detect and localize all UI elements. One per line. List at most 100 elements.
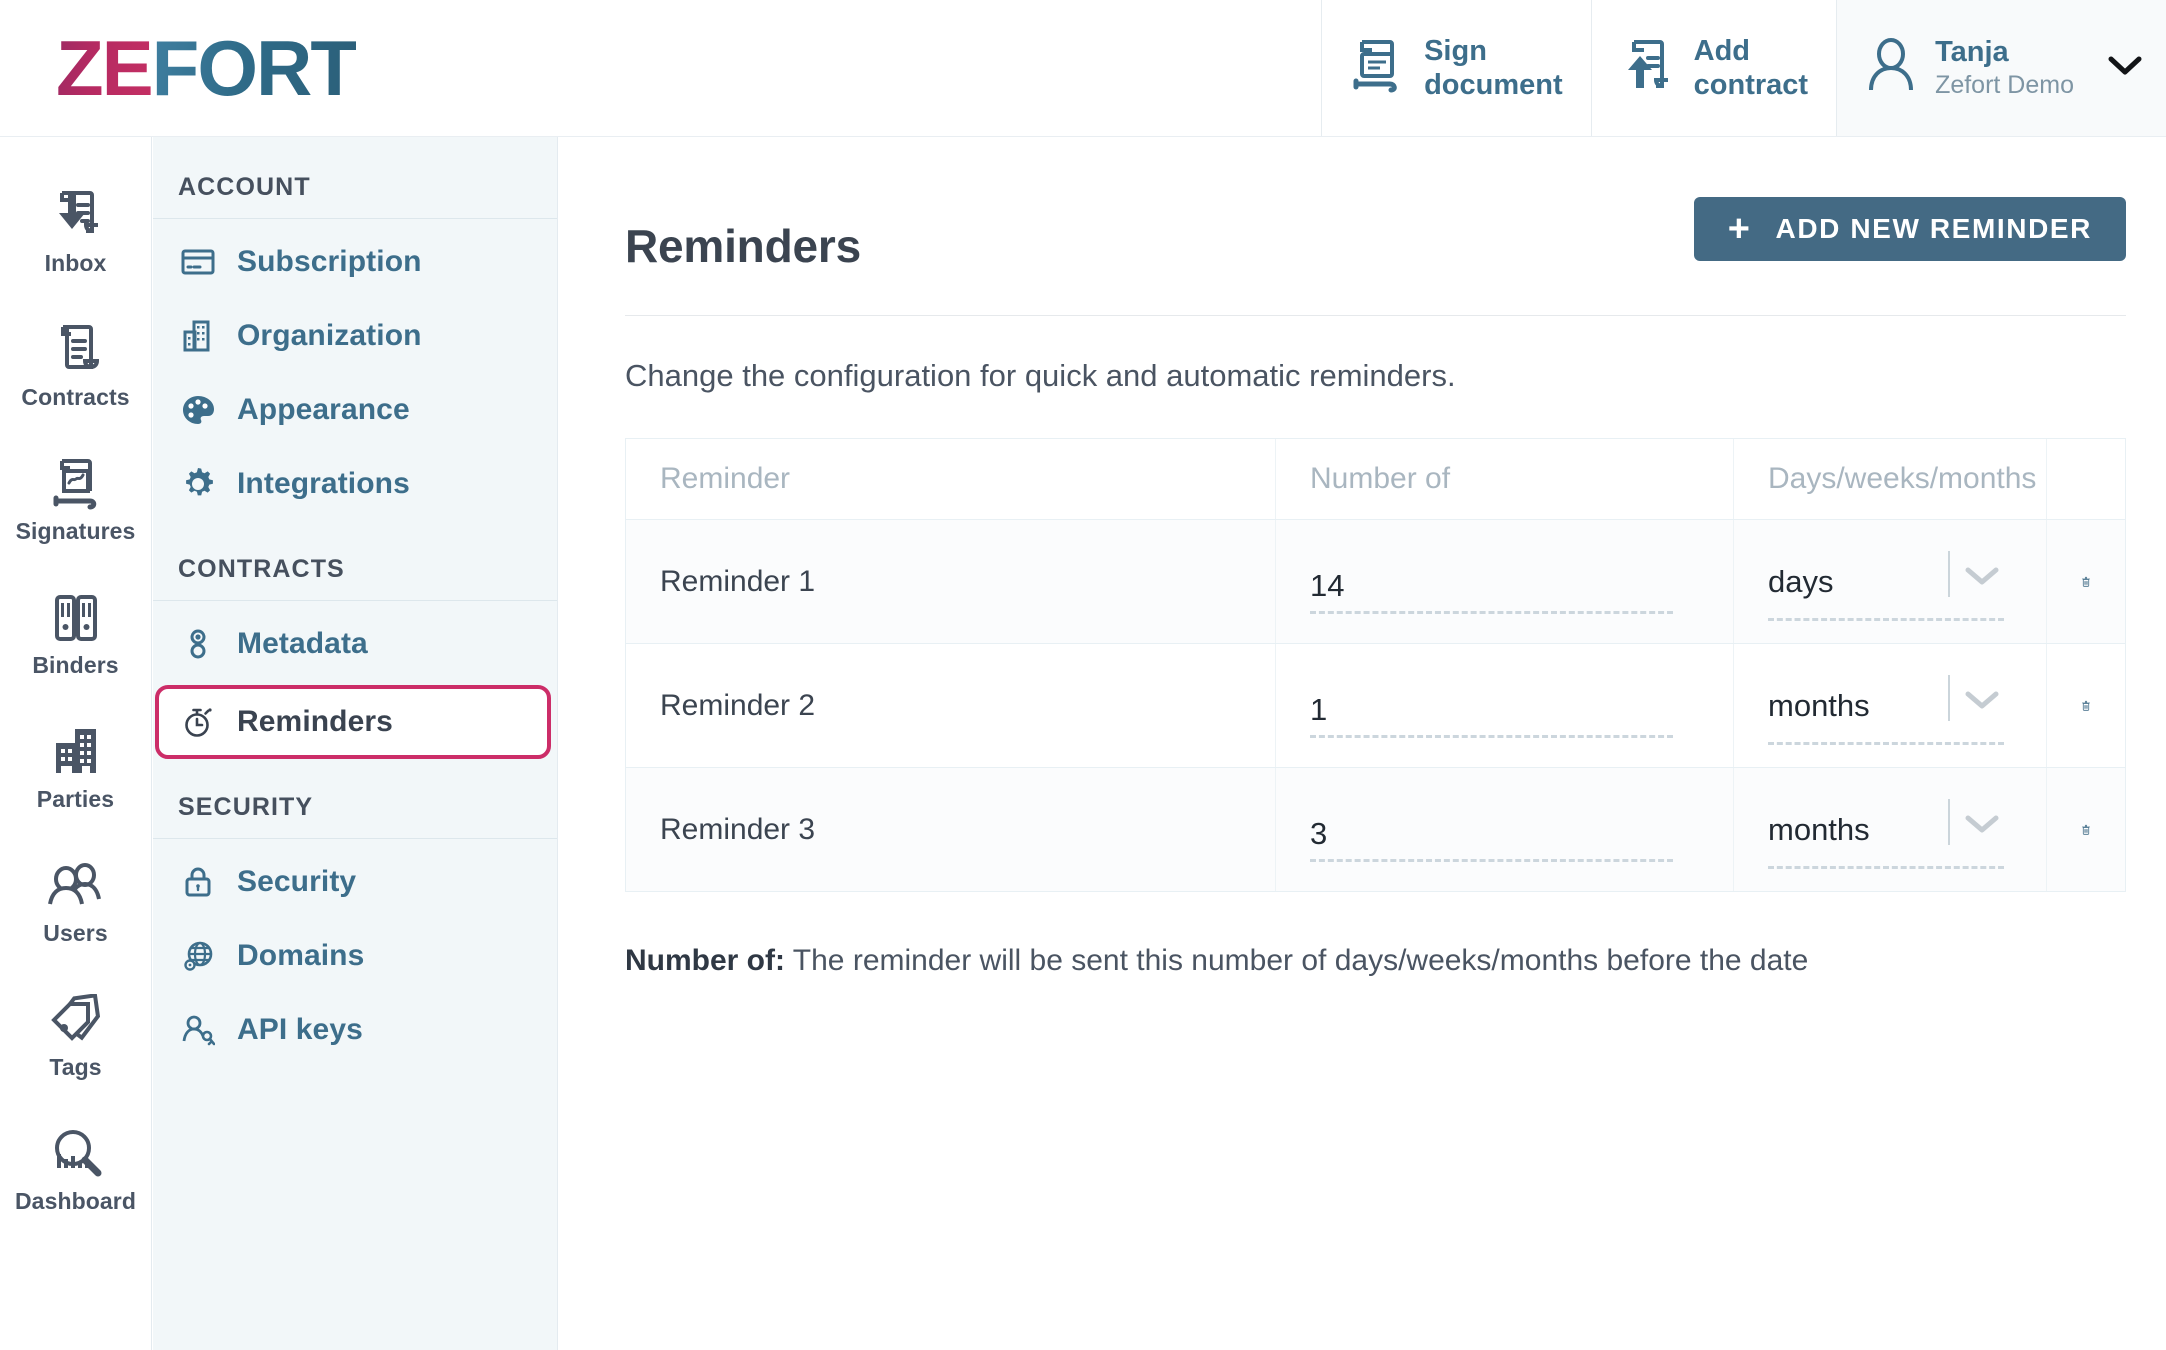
reminder-delete-cell[interactable] [2047,768,2125,891]
add-contract-button[interactable]: Add contract [1590,0,1836,136]
unit-select[interactable]: days [1768,543,2012,621]
nav-label-appearance: Appearance [237,393,410,426]
chevron-down-icon[interactable] [2108,55,2142,82]
reminders-table: Reminder Number of Days/weeks/months Rem… [625,438,2126,892]
contract-document-icon [49,322,103,378]
table-header-cell-actions [2047,439,2125,519]
nav-label-integrations: Integrations [237,467,410,500]
users-icon [45,858,107,914]
trash-icon[interactable] [2081,806,2091,854]
number-input[interactable]: 3 [1310,798,1699,862]
reminder-number-cell[interactable]: 14 [1276,520,1734,643]
nav-item-integrations[interactable]: Integrations [153,447,557,521]
nav-item-organization[interactable]: Organization [153,299,557,373]
nav-label-api-keys: API keys [237,1013,363,1046]
number-input[interactable]: 1 [1310,674,1699,738]
nav-group-title-account: ACCOUNT [153,173,557,219]
reminder-unit-cell[interactable]: months [1734,768,2047,891]
sign-document-label: Sign document [1424,34,1563,101]
chevron-down-icon[interactable] [1964,813,2000,840]
table-header-cell-unit: Days/weeks/months [1734,439,2047,519]
top-header: ZE FORT Sign document Add contract Tanja… [0,0,2166,137]
nav-label-reminders: Reminders [237,705,393,738]
add-new-reminder-button[interactable]: + ADD NEW REMINDER [1693,197,2126,261]
reminder-number-cell[interactable]: 3 [1276,768,1734,891]
table-header-cell-number: Number of [1276,439,1734,519]
rail-item-users[interactable]: Users [0,835,152,969]
table-header-row: Reminder Number of Days/weeks/months [626,439,2125,520]
select-divider [1948,798,1950,845]
binders-icon [49,590,103,646]
rail-label-dashboard: Dashboard [14,1187,137,1214]
dashboard-search-icon [48,1126,104,1182]
table-row: Reminder 3 3 months [626,768,2125,891]
table-row: Reminder 2 1 months [626,644,2125,768]
unit-select[interactable]: months [1768,791,2012,869]
unit-select-value: days [1768,563,1834,599]
logo-text-ze: ZE [56,24,154,112]
page-header-row: Reminders + ADD NEW REMINDER [625,197,2126,273]
chevron-down-icon[interactable] [1964,689,2000,716]
inbox-icon [48,188,104,244]
select-divider [1948,674,1950,721]
nav-item-metadata[interactable]: Metadata [153,607,557,681]
reminder-delete-cell[interactable] [2047,644,2125,767]
select-divider [1948,550,1950,597]
nav-item-domains[interactable]: Domains [153,919,557,993]
nav-item-subscription[interactable]: Subscription [153,225,557,299]
rail-item-dashboard[interactable]: Dashboard [0,1103,152,1237]
column-header-days-weeks-months: Days/weeks/months [1768,462,2037,495]
building-icon [181,320,215,352]
rail-item-inbox[interactable]: Inbox [0,165,152,299]
unit-select-value: months [1768,687,1870,723]
left-icon-rail: Inbox Contracts Signatures Binders Parti… [0,137,152,1350]
nav-item-api-keys[interactable]: API keys [153,993,557,1067]
nav-label-subscription: Subscription [237,245,422,278]
rail-item-parties[interactable]: Parties [0,701,152,835]
rail-label-inbox: Inbox [44,249,107,276]
nav-label-metadata: Metadata [237,627,368,660]
user-menu[interactable]: Tanja Zefort Demo [1836,0,2166,136]
signature-icon [48,456,104,512]
metadata-icon [181,627,215,661]
footnote-text: The reminder will be sent this number of… [785,944,1809,977]
reminder-name-cell: Reminder 2 [626,644,1276,767]
rail-label-signatures: Signatures [15,517,136,544]
unit-select[interactable]: months [1768,667,2012,745]
number-input-value: 3 [1310,815,1328,851]
trash-icon[interactable] [2081,682,2091,730]
reminder-name: Reminder 3 [660,812,816,846]
rail-item-signatures[interactable]: Signatures [0,433,152,567]
rail-item-tags[interactable]: Tags [0,969,152,1103]
number-input-value: 1 [1310,691,1328,727]
more-options-icon[interactable] [2081,475,2091,484]
page-subtitle: Change the configuration for quick and a… [625,358,1456,393]
sign-document-icon [1350,36,1406,101]
rail-label-users: Users [43,919,108,946]
nav-item-security[interactable]: Security [153,845,557,919]
reminder-number-cell[interactable]: 1 [1276,644,1734,767]
chevron-down-icon[interactable] [1964,565,2000,592]
rail-item-binders[interactable]: Binders [0,567,152,701]
trash-icon[interactable] [2081,558,2091,606]
zefort-logo[interactable]: ZE FORT [0,0,358,136]
rail-label-binders: Binders [32,651,119,678]
rail-item-contracts[interactable]: Contracts [0,299,152,433]
reminder-unit-cell[interactable]: days [1734,520,2047,643]
nav-group-title-contracts: CONTRACTS [153,555,557,601]
add-contract-icon [1620,36,1676,101]
rail-label-parties: Parties [36,785,115,812]
page-title: Reminders [625,220,861,272]
nav-item-appearance[interactable]: Appearance [153,373,557,447]
reminder-name: Reminder 1 [660,564,816,598]
reminder-unit-cell[interactable]: months [1734,644,2047,767]
lock-icon [181,866,215,898]
number-input[interactable]: 14 [1310,550,1699,614]
main-content: Reminders + ADD NEW REMINDER Change the … [559,137,2166,1350]
nav-item-reminders[interactable]: Reminders [155,685,551,759]
settings-nav-panel: ACCOUNT Subscription Organization Appear… [153,137,558,1350]
sign-document-button[interactable]: Sign document [1321,0,1591,136]
stopwatch-icon [181,705,215,739]
reminder-delete-cell[interactable] [2047,520,2125,643]
user-name: Tanja [1935,36,2009,69]
